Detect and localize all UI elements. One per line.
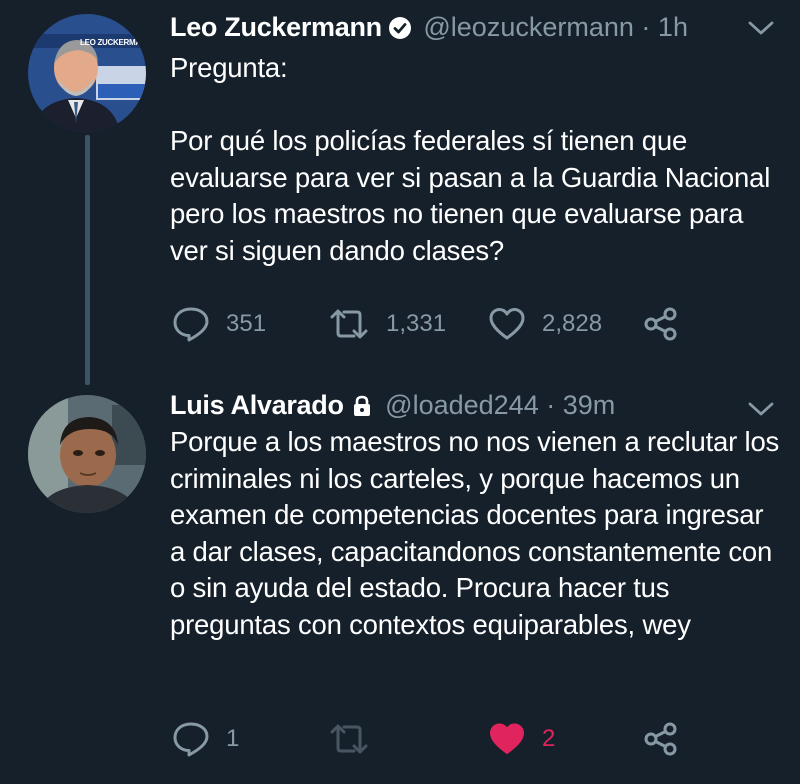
reply-count: 1	[226, 725, 240, 752]
like-icon	[488, 722, 526, 756]
reply-button[interactable]: 351	[172, 304, 266, 344]
retweet-icon	[328, 722, 370, 756]
retweet-count: 1,331	[386, 310, 447, 337]
thread-line	[85, 135, 90, 385]
separator: ·	[546, 390, 556, 420]
like-button[interactable]: 2	[488, 719, 555, 759]
retweet-icon	[328, 307, 370, 341]
chevron-down-icon[interactable]	[748, 401, 774, 422]
like-count: 2,828	[542, 310, 603, 337]
like-icon	[488, 307, 526, 341]
reply-icon	[172, 306, 210, 342]
like-count: 2	[542, 725, 556, 752]
avatar-image	[28, 395, 146, 513]
share-icon	[642, 721, 680, 757]
retweet-button[interactable]: 1,331	[328, 304, 446, 344]
share-icon	[642, 306, 680, 342]
tweet-actions: 1 2	[170, 719, 690, 759]
timestamp[interactable]: 1h	[658, 12, 688, 42]
reply-button[interactable]: 1	[172, 719, 239, 759]
avatar-caption: LEO ZUCKERMANN	[80, 38, 146, 47]
avatar-image	[28, 14, 146, 132]
tweet-text: Pregunta: Por qué los policías federales…	[170, 52, 771, 266]
tweet[interactable]: LEO ZUCKERMANN Leo Zuckermann @leozucker…	[0, 0, 800, 385]
separator: ·	[641, 12, 651, 42]
reply-icon	[172, 721, 210, 757]
avatar[interactable]: LEO ZUCKERMANN	[28, 14, 146, 132]
tweet-actions: 351 1,331 2,828	[170, 304, 690, 344]
display-name[interactable]: Luis Alvarado	[170, 390, 344, 420]
retweet-button[interactable]	[328, 719, 386, 759]
verified-badge-icon	[388, 14, 412, 48]
timestamp[interactable]: 39m	[563, 390, 616, 420]
tweet[interactable]: Luis Alvarado @loaded244 · 39m Porque a …	[0, 385, 800, 784]
tweet-text: Porque a los maestros no nos vienen a re…	[170, 426, 780, 640]
tweet-header: Luis Alvarado @loaded244 · 39m	[170, 388, 615, 426]
tweet-header: Leo Zuckermann @leozuckermann · 1h	[170, 10, 688, 48]
chevron-down-icon[interactable]	[748, 20, 774, 41]
username-handle[interactable]: @loaded244	[385, 390, 539, 420]
lock-icon	[350, 392, 374, 426]
display-name[interactable]: Leo Zuckermann	[170, 12, 382, 42]
share-button[interactable]	[642, 304, 680, 344]
reply-count: 351	[226, 310, 267, 337]
avatar[interactable]	[28, 395, 146, 513]
share-button[interactable]	[642, 719, 680, 759]
like-button[interactable]: 2,828	[488, 304, 602, 344]
username-handle[interactable]: @leozuckermann	[423, 12, 634, 42]
